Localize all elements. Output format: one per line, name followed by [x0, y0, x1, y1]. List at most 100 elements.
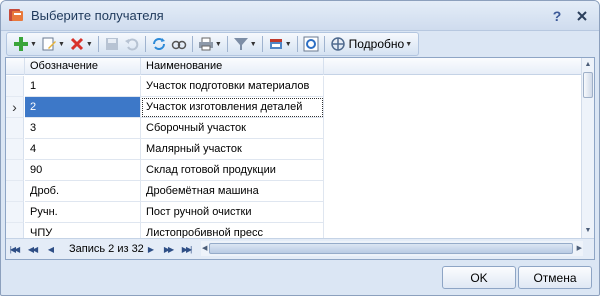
dialog-window: Выберите получателя ? ▼ ▼ ▼ ▼ ▼ ▼ Подроб…: [0, 0, 600, 296]
print-button[interactable]: ▼: [196, 34, 224, 54]
row-indicator[interactable]: [6, 118, 24, 139]
filter-button[interactable]: ▼: [231, 34, 259, 54]
scroll-left-icon[interactable]: ◀: [202, 244, 207, 252]
cell-name[interactable]: Участок изготовления деталей: [141, 97, 324, 118]
table-row[interactable]: ЧПУ Листопробивной пресс: [6, 223, 582, 238]
header-indicator: [6, 58, 25, 75]
separator: [191, 36, 193, 52]
view-icon: [171, 40, 187, 50]
cell-code[interactable]: 90: [25, 160, 141, 181]
column-header-code[interactable]: Обозначение: [25, 58, 141, 75]
detail-view-button[interactable]: Подробно ▼: [328, 34, 415, 54]
table-row[interactable]: Ручн. Пост ручной очистки: [6, 202, 582, 223]
row-indicator[interactable]: [6, 139, 24, 160]
cell-name[interactable]: Склад готовой продукции: [141, 160, 324, 181]
cell-name[interactable]: Дробемётная машина: [141, 181, 324, 202]
settings-button[interactable]: [301, 34, 321, 54]
undo-button[interactable]: [122, 34, 142, 54]
column-header-name[interactable]: Наименование: [141, 58, 324, 75]
vertical-scrollbar[interactable]: ▲ ▼: [581, 58, 594, 238]
cell-code[interactable]: 4: [25, 139, 141, 160]
separator: [261, 36, 263, 52]
cell-code[interactable]: 2: [25, 97, 141, 118]
detail-view-label: Подробно: [348, 37, 405, 51]
undo-icon: [124, 38, 139, 51]
row-indicator[interactable]: [6, 223, 24, 238]
row-indicator[interactable]: [6, 76, 24, 97]
window-title: Выберите получателя: [31, 8, 164, 23]
ok-button[interactable]: OK: [442, 266, 516, 289]
chevron-down-icon: ▼: [85, 40, 93, 48]
cell-name[interactable]: Малярный участок: [141, 139, 324, 160]
separator: [226, 36, 228, 52]
cell-code[interactable]: 3: [25, 118, 141, 139]
save-button[interactable]: [102, 34, 122, 54]
table-row[interactable]: 1 Участок подготовки материалов: [6, 76, 582, 97]
record-counter: Запись 2 из 32: [69, 243, 144, 255]
first-record-button[interactable]: |◀◀: [8, 243, 20, 255]
scroll-right-icon[interactable]: ▶: [577, 244, 582, 252]
edit-icon: [42, 37, 56, 51]
grid-body: Обозначение Наименование 1 Участок подгот…: [6, 58, 582, 238]
delete-button[interactable]: ▼: [67, 34, 95, 54]
cell-name[interactable]: Листопробивной пресс: [141, 223, 324, 238]
row-indicator[interactable]: [6, 202, 24, 223]
separator: [97, 36, 99, 52]
next-record-button[interactable]: ▶: [144, 243, 156, 255]
close-icon: [577, 11, 587, 21]
table-row[interactable]: 90 Склад готовой продукции: [6, 160, 582, 181]
edit-button[interactable]: ▼: [39, 34, 67, 54]
separator: [296, 36, 298, 52]
row-indicator[interactable]: [6, 181, 24, 202]
chevron-down-icon: ▼: [214, 40, 222, 48]
chevron-down-icon: ▼: [284, 40, 292, 48]
cell-name[interactable]: Сборочный участок: [141, 118, 324, 139]
record-navigator: |◀◀ ◀◀ ◀ Запись 2 из 32 ▶ ▶▶ ▶▶| ◀ ▶: [6, 238, 594, 259]
view-button[interactable]: [169, 34, 189, 54]
close-button[interactable]: [571, 7, 593, 25]
filter-icon: [233, 38, 248, 50]
table-row[interactable]: Дроб. Дробемётная машина: [6, 181, 582, 202]
cell-code[interactable]: Дроб.: [25, 181, 141, 202]
horizontal-scroll-thumb[interactable]: [209, 243, 573, 254]
last-record-button[interactable]: ▶▶|: [180, 243, 192, 255]
row-indicator[interactable]: ›: [6, 97, 24, 118]
settings-icon: [303, 36, 319, 52]
chevron-down-icon: ▼: [405, 40, 413, 48]
cell-code[interactable]: ЧПУ: [25, 223, 141, 238]
current-row-icon: ›: [12, 99, 17, 115]
add-button[interactable]: ▼: [11, 34, 39, 54]
help-button[interactable]: ?: [546, 7, 568, 25]
export-icon: [269, 39, 282, 49]
refresh-button[interactable]: [149, 34, 169, 54]
cancel-button[interactable]: Отмена: [518, 266, 592, 289]
table-row[interactable]: › 2 Участок изготовления деталей: [6, 97, 582, 118]
cell-code[interactable]: Ручн.: [25, 202, 141, 223]
cell-name[interactable]: Пост ручной очистки: [141, 202, 324, 223]
export-button[interactable]: ▼: [266, 34, 294, 54]
scroll-up-icon[interactable]: ▲: [582, 58, 594, 71]
prev-page-button[interactable]: ◀◀: [26, 243, 38, 255]
print-icon: [198, 37, 213, 51]
scroll-down-icon[interactable]: ▼: [582, 224, 594, 237]
prev-record-button[interactable]: ◀: [44, 243, 56, 255]
chevron-down-icon: ▼: [249, 40, 257, 48]
layout-icon: [330, 37, 345, 51]
next-page-button[interactable]: ▶▶: [162, 243, 174, 255]
separator: [144, 36, 146, 52]
add-icon: [14, 37, 28, 51]
toolbar-group: ▼ ▼ ▼ ▼ ▼ ▼ Подробно ▼: [6, 32, 420, 56]
cell-code[interactable]: 1: [25, 76, 141, 97]
table-row[interactable]: 4 Малярный участок: [6, 139, 582, 160]
help-icon: ?: [552, 8, 562, 24]
delete-icon: [70, 37, 83, 51]
row-indicator[interactable]: [6, 160, 24, 181]
recipients-grid: Обозначение Наименование 1 Участок подгот…: [5, 57, 595, 260]
app-icon: [8, 7, 24, 23]
cell-name[interactable]: Участок подготовки материалов: [141, 76, 324, 97]
grid-header: Обозначение Наименование: [6, 58, 582, 75]
horizontal-scrollbar[interactable]: ◀ ▶: [201, 241, 583, 256]
table-row[interactable]: 3 Сборочный участок: [6, 118, 582, 139]
scroll-thumb[interactable]: [583, 72, 593, 98]
chevron-down-icon: ▼: [57, 40, 65, 48]
